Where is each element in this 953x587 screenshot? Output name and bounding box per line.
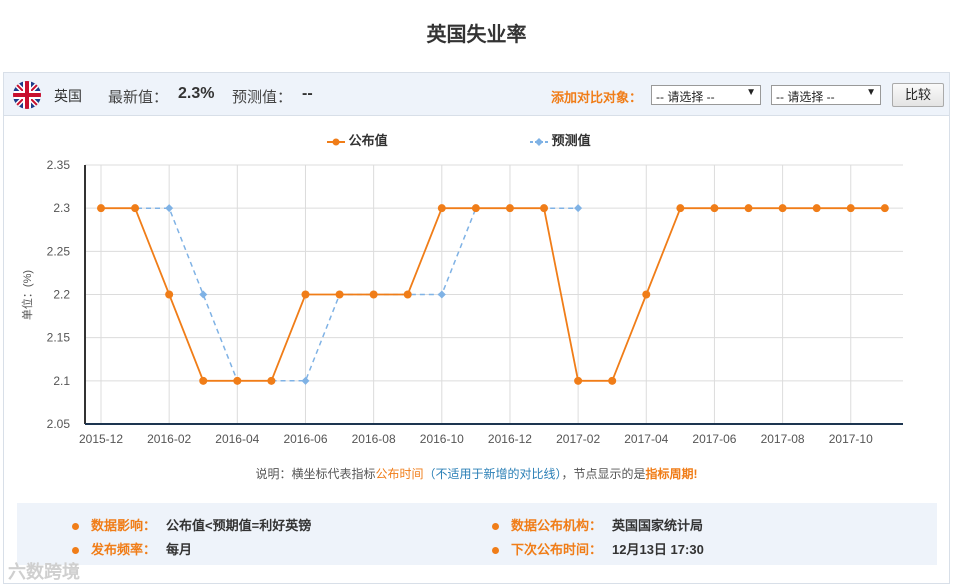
actual-point — [846, 204, 855, 213]
x-tick-label: 2016-10 — [420, 432, 464, 446]
x-tick-label: 2016-02 — [147, 432, 191, 446]
actual-point — [131, 204, 140, 213]
actual-point — [233, 376, 242, 385]
chart-note: 说明：横坐标代表指标公布时间（不适用于新增的对比线），节点显示的是指标周期! — [0, 465, 953, 482]
actual-point — [778, 204, 787, 213]
info-frequency-label: 发布频率： — [91, 542, 157, 557]
actual-point — [335, 290, 344, 299]
actual-point — [369, 290, 378, 299]
forecast-point — [165, 204, 174, 213]
watermark: 六数跨境 — [8, 562, 80, 582]
actual-point — [812, 204, 821, 213]
info-panel: 数据影响： 公布值<预期值=利好英镑 数据公布机构： 英国国家统计局 发布频率： 每月… — [17, 503, 937, 565]
info-frequency-value: 每月 — [166, 542, 193, 557]
actual-point — [437, 204, 446, 213]
x-tick-label: 2015-12 — [79, 432, 123, 446]
x-tick-label: 2016-06 — [283, 432, 327, 446]
x-tick-label: 2016-04 — [215, 432, 259, 446]
forecast-point — [574, 204, 583, 213]
note-part-3: （不适用于新增的对比线） — [423, 467, 562, 481]
bullet-icon — [492, 547, 499, 555]
actual-point — [710, 204, 719, 213]
actual-point — [301, 290, 310, 299]
actual-point — [97, 204, 105, 213]
info-impact-value: 公布值<预期值=利好英镑 — [166, 518, 312, 533]
actual-point — [540, 204, 549, 213]
x-tick-label: 2017-02 — [556, 432, 600, 446]
bullet-icon — [72, 547, 79, 555]
info-frequency: 发布频率： 每月 — [72, 539, 192, 558]
actual-point — [165, 290, 174, 299]
line-chart: 2.35 2.3 2.25 2.2 2.15 2.1 2.05 2015-12 2016-02 2… — [20, 158, 903, 446]
info-next-release: 下次公布时间： 12月13日 17:30 — [492, 539, 704, 558]
x-tick-label: 2017-10 — [829, 432, 873, 446]
info-agency-value: 英国国家统计局 — [612, 518, 704, 533]
note-part-1: 说明：横坐标代表指标 — [255, 467, 376, 481]
actual-point — [199, 376, 208, 385]
x-tick-label: 2017-08 — [761, 432, 805, 446]
y-tick-label: 2.3 — [53, 201, 70, 215]
info-impact: 数据影响： 公布值<预期值=利好英镑 — [72, 515, 311, 534]
info-agency: 数据公布机构： 英国国家统计局 — [492, 515, 703, 534]
note-part-4: ，节点显示的是 — [561, 467, 646, 481]
y-tick-label: 2.2 — [53, 288, 70, 302]
info-impact-label: 数据影响： — [91, 518, 157, 533]
y-axis-label: 单位：(%) — [20, 270, 34, 320]
actual-point — [267, 376, 276, 385]
y-tick-label: 2.25 — [47, 244, 71, 258]
actual-point — [403, 290, 412, 299]
y-tick-label: 2.1 — [53, 374, 70, 388]
info-agency-label: 数据公布机构： — [511, 518, 603, 533]
y-tick-label: 2.05 — [47, 417, 71, 431]
note-part-5: 指标周期! — [645, 467, 698, 481]
actual-point — [676, 204, 685, 213]
actual-point — [471, 204, 480, 213]
actual-point — [744, 204, 753, 213]
forecast-point — [437, 290, 446, 299]
info-next-value: 12月13日 17:30 — [612, 542, 704, 557]
bullet-icon — [492, 523, 499, 531]
actual-point — [642, 290, 651, 299]
y-tick-label: 2.35 — [47, 158, 71, 172]
forecast-point — [301, 376, 310, 385]
actual-point — [608, 376, 617, 385]
info-next-label: 下次公布时间： — [511, 542, 603, 557]
x-tick-label: 2016-12 — [488, 432, 532, 446]
forecast-point — [199, 290, 208, 299]
y-tick-label: 2.15 — [47, 331, 71, 345]
actual-point — [505, 204, 514, 213]
note-part-2: 公布时间 — [375, 467, 424, 481]
x-tick-label: 2017-04 — [624, 432, 668, 446]
actual-point — [574, 376, 583, 385]
x-tick-label: 2016-08 — [352, 432, 396, 446]
actual-point — [880, 204, 889, 213]
x-tick-label: 2017-06 — [692, 432, 736, 446]
bullet-icon — [72, 523, 79, 531]
